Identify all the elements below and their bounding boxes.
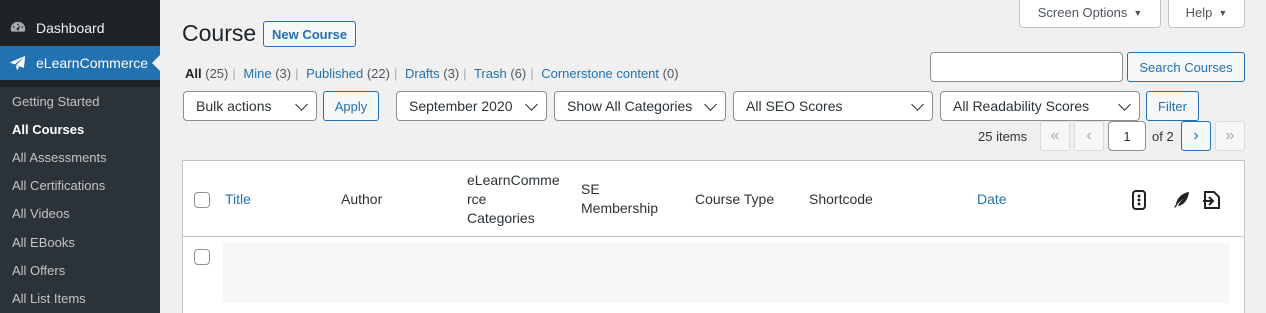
separator: |	[232, 66, 236, 81]
separator: |	[295, 66, 299, 81]
column-membership: SE Membership	[581, 180, 658, 218]
screen-options-label: Screen Options	[1037, 5, 1128, 20]
submenu-item-all-list-items[interactable]: All List Items	[12, 291, 86, 306]
column-categories-line: Categories	[467, 210, 535, 226]
new-course-button[interactable]: New Course	[263, 21, 357, 47]
submenu: Getting Started All Courses All Assessme…	[0, 87, 160, 313]
table-row	[223, 243, 1229, 303]
prev-page-button[interactable]: ‹	[1074, 121, 1104, 151]
submenu-item-all-assessments[interactable]: All Assessments	[12, 150, 107, 165]
submenu-item-all-offers[interactable]: All Offers	[12, 263, 65, 278]
readability-score-value: All Readability Scores	[953, 98, 1090, 114]
view-trash-count: (6)	[510, 66, 527, 81]
view-cornerstone[interactable]: Cornerstone content	[541, 66, 659, 81]
column-membership-line: SE	[581, 181, 600, 197]
column-title[interactable]: Title	[225, 190, 251, 209]
links-icon[interactable]	[1201, 189, 1223, 211]
items-count: 25 items	[978, 129, 1028, 144]
column-date[interactable]: Date	[977, 190, 1007, 209]
select-all-checkbox[interactable]	[194, 192, 210, 208]
view-drafts[interactable]: Drafts	[405, 66, 440, 81]
submenu-item-all-certifications[interactable]: All Certifications	[12, 178, 105, 193]
view-all[interactable]: All	[185, 66, 202, 81]
help-button[interactable]: Help ▼	[1168, 0, 1245, 28]
menu-dashboard[interactable]: Dashboard	[0, 11, 160, 45]
view-cornerstone-count: (0)	[662, 66, 679, 81]
separator: |	[463, 66, 467, 81]
column-membership-line: Membership	[581, 200, 659, 216]
view-mine-count: (3)	[275, 66, 292, 81]
menu-elearncommerce[interactable]: eLearnCommerce	[0, 46, 160, 80]
category-filter-value: Show All Categories	[567, 98, 693, 114]
column-categories-line: eLearnComme	[467, 172, 560, 188]
view-mine[interactable]: Mine	[243, 66, 271, 81]
submenu-item-all-courses[interactable]: All Courses	[12, 122, 84, 137]
chevron-down-icon	[525, 98, 538, 111]
seo-score-value: All SEO Scores	[746, 98, 843, 114]
caret-down-icon: ▼	[1218, 7, 1228, 18]
screen-options-button[interactable]: Screen Options ▼	[1019, 0, 1161, 28]
first-page-button[interactable]: «	[1040, 121, 1070, 151]
row-checkbox[interactable]	[194, 249, 210, 265]
post-status-views: All (25) | Mine (3) | Published (22) | Draf…	[185, 66, 679, 81]
menu-elearncommerce-label: eLearnCommerce	[36, 55, 149, 71]
view-all-count: (25)	[205, 66, 229, 81]
column-categories-line: rce	[467, 191, 487, 207]
column-course-type: Course Type	[695, 191, 775, 207]
total-pages: of 2	[1152, 129, 1174, 144]
current-page-input[interactable]: 1	[1108, 121, 1146, 151]
search-input[interactable]	[930, 52, 1123, 82]
table-header: Title Author eLearnComme rce Categories …	[183, 161, 1244, 237]
search-courses-button[interactable]: Search Courses	[1127, 52, 1245, 82]
column-author: Author	[341, 191, 383, 207]
separator: |	[393, 66, 398, 81]
filter-button[interactable]: Filter	[1146, 91, 1199, 121]
help-label: Help	[1185, 5, 1213, 20]
menu-dashboard-label: Dashboard	[36, 20, 105, 36]
comments-icon[interactable]	[1128, 189, 1150, 211]
view-trash[interactable]: Trash	[474, 66, 507, 81]
view-published-count: (22)	[366, 66, 390, 81]
readability-score-select[interactable]: All Readability Scores	[940, 91, 1140, 121]
category-filter-select[interactable]: Show All Categories	[554, 91, 726, 121]
date-filter-value: September 2020	[409, 98, 513, 114]
seo-feather-icon[interactable]	[1170, 189, 1192, 211]
chevron-down-icon	[911, 98, 924, 111]
date-filter-select[interactable]: September 2020	[396, 91, 547, 121]
apply-button[interactable]: Apply	[323, 91, 379, 121]
bulk-actions-select[interactable]: Bulk actions	[183, 91, 317, 121]
submenu-item-all-ebooks[interactable]: All EBooks	[12, 235, 75, 250]
column-elearncommerce-categories: eLearnComme rce Categories	[467, 171, 560, 228]
chevron-down-icon	[704, 98, 717, 111]
caret-down-icon: ▼	[1133, 7, 1143, 18]
seo-score-select[interactable]: All SEO Scores	[733, 91, 933, 121]
page-title: Course	[182, 20, 257, 46]
chevron-down-icon	[1118, 98, 1131, 111]
submenu-item-all-videos[interactable]: All Videos	[12, 206, 70, 221]
chevron-down-icon	[295, 98, 308, 111]
bulk-actions-value: Bulk actions	[196, 98, 272, 114]
courses-table: Title Author eLearnComme rce Categories …	[182, 160, 1245, 313]
separator: |	[530, 66, 534, 81]
last-page-button[interactable]: »	[1215, 121, 1245, 151]
view-published[interactable]: Published	[306, 66, 363, 81]
view-drafts-count: (3)	[443, 66, 460, 81]
dashboard-gauge-icon	[0, 19, 36, 37]
column-shortcode: Shortcode	[809, 191, 873, 207]
submenu-item-getting-started[interactable]: Getting Started	[12, 94, 99, 109]
paper-plane-icon	[0, 54, 36, 72]
admin-sidebar: Dashboard eLearnCommerce Getting Started…	[0, 0, 160, 313]
next-page-button[interactable]: ›	[1181, 121, 1211, 151]
